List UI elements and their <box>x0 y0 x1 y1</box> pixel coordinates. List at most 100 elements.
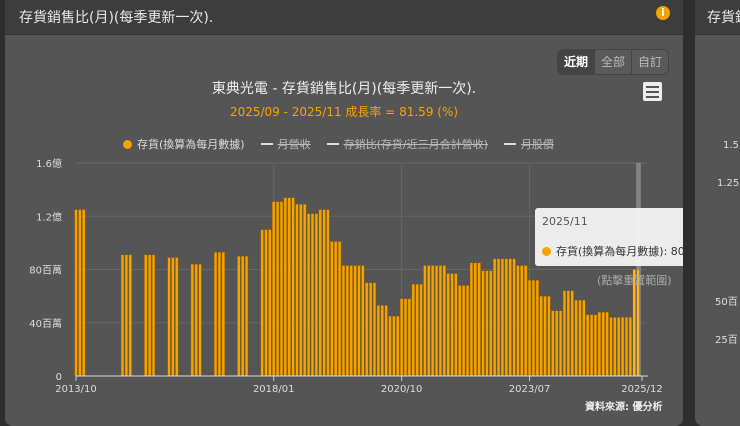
bar[interactable] <box>287 197 291 377</box>
bar[interactable] <box>403 298 408 377</box>
reset-zoom-text[interactable]: (點擊重置範圍) <box>597 272 672 288</box>
bar[interactable] <box>217 251 222 377</box>
bar[interactable] <box>334 241 338 377</box>
bar[interactable] <box>582 299 586 377</box>
bar[interactable] <box>465 285 470 377</box>
bar[interactable] <box>570 290 574 377</box>
bar[interactable] <box>120 254 125 377</box>
bar[interactable] <box>427 265 431 377</box>
bar[interactable] <box>555 310 559 377</box>
bar[interactable] <box>264 229 268 377</box>
bar[interactable] <box>431 265 435 377</box>
bar[interactable] <box>310 213 315 377</box>
bar[interactable] <box>299 204 303 377</box>
bar[interactable] <box>601 311 605 377</box>
bar[interactable] <box>442 265 446 377</box>
bar[interactable] <box>489 270 493 377</box>
bar[interactable] <box>613 317 617 377</box>
bar[interactable] <box>372 282 377 377</box>
bar[interactable] <box>144 254 148 377</box>
bar[interactable] <box>493 258 497 377</box>
bar[interactable] <box>609 317 613 377</box>
bar[interactable] <box>411 283 415 377</box>
bar[interactable] <box>485 270 489 377</box>
bar[interactable] <box>578 299 582 377</box>
bar[interactable] <box>462 285 466 377</box>
bar[interactable] <box>504 258 508 377</box>
bar[interactable] <box>516 265 520 377</box>
bar[interactable] <box>124 254 128 377</box>
bar[interactable] <box>194 263 198 377</box>
bar[interactable] <box>593 314 598 377</box>
bar[interactable] <box>388 315 392 377</box>
bar[interactable] <box>148 254 152 377</box>
bar[interactable] <box>481 270 485 377</box>
bar[interactable] <box>190 263 194 377</box>
bar[interactable] <box>326 209 330 377</box>
bar[interactable] <box>535 279 539 377</box>
bar[interactable] <box>128 254 132 377</box>
bar[interactable] <box>473 262 477 377</box>
bar[interactable] <box>268 229 272 377</box>
bar[interactable] <box>349 265 353 377</box>
bar[interactable] <box>520 265 524 377</box>
bar[interactable] <box>543 295 547 377</box>
bar[interactable] <box>586 314 590 377</box>
bar[interactable] <box>171 257 175 377</box>
bar[interactable] <box>527 279 532 377</box>
bar[interactable] <box>365 282 369 377</box>
bar[interactable] <box>597 311 601 377</box>
bar[interactable] <box>244 255 249 377</box>
bar[interactable] <box>558 310 563 377</box>
bar[interactable] <box>419 283 423 377</box>
bar[interactable] <box>260 229 264 377</box>
bar[interactable] <box>175 257 179 377</box>
bar[interactable] <box>415 283 419 377</box>
bar[interactable] <box>407 298 411 377</box>
bar[interactable] <box>167 257 171 377</box>
bar[interactable] <box>353 265 357 377</box>
bar[interactable] <box>454 273 458 377</box>
bar[interactable] <box>275 201 280 377</box>
bar[interactable] <box>345 265 349 377</box>
bar[interactable] <box>369 282 373 377</box>
bar[interactable] <box>330 241 334 377</box>
bar[interactable] <box>624 317 629 377</box>
bar[interactable] <box>621 317 625 377</box>
bar[interactable] <box>82 209 86 377</box>
bar[interactable] <box>283 197 287 377</box>
bar[interactable] <box>590 314 594 377</box>
bar[interactable] <box>500 258 505 377</box>
bar[interactable] <box>151 254 156 377</box>
bar[interactable] <box>272 201 276 377</box>
bar[interactable] <box>241 255 245 377</box>
bar[interactable] <box>450 273 454 377</box>
bar[interactable] <box>314 213 318 377</box>
bar[interactable] <box>617 317 621 377</box>
bar[interactable] <box>338 241 342 377</box>
bar[interactable] <box>396 315 400 377</box>
bar[interactable] <box>74 209 78 377</box>
bar[interactable] <box>434 265 439 377</box>
bar[interactable] <box>361 265 365 377</box>
bar[interactable] <box>213 251 218 377</box>
bar[interactable] <box>78 209 82 377</box>
bar[interactable] <box>551 310 555 377</box>
bar[interactable] <box>198 263 202 377</box>
bar[interactable] <box>291 197 295 377</box>
bar[interactable] <box>562 290 567 377</box>
bar[interactable] <box>524 265 528 377</box>
bar[interactable] <box>376 305 380 377</box>
bar[interactable] <box>539 295 543 377</box>
bar[interactable] <box>446 273 450 377</box>
bar[interactable] <box>357 265 361 377</box>
bar[interactable] <box>318 209 322 377</box>
bar[interactable] <box>574 299 578 377</box>
bar[interactable] <box>508 258 512 377</box>
bar[interactable] <box>322 209 326 377</box>
bar[interactable] <box>237 255 241 377</box>
bar[interactable] <box>438 265 443 377</box>
bar[interactable] <box>380 305 384 377</box>
bar[interactable] <box>628 317 632 377</box>
bar[interactable] <box>512 258 516 377</box>
